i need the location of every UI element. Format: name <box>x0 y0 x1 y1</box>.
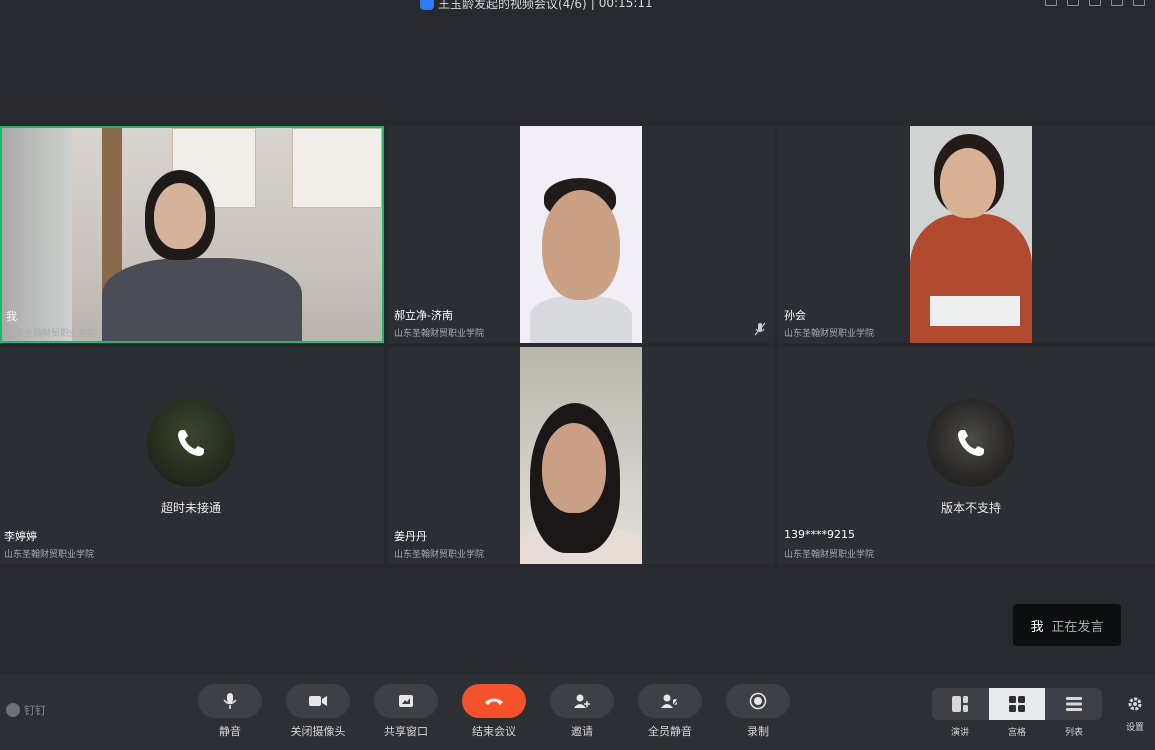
title-separator: | <box>590 0 595 10</box>
gear-icon <box>1128 697 1142 711</box>
record-label: 录制 <box>747 725 769 738</box>
mute-all-button[interactable]: 全员静音 <box>638 684 702 739</box>
video-feed <box>520 347 642 564</box>
layout-switcher <box>932 688 1102 720</box>
minimize-icon[interactable] <box>1089 0 1101 6</box>
video-feed <box>520 126 642 343</box>
invite-button[interactable]: 邀请 <box>550 684 614 739</box>
window-controls <box>1045 0 1145 6</box>
participant-name: 李婷婷 <box>4 530 37 543</box>
settings-label: 设置 <box>1125 723 1144 733</box>
record-button[interactable]: 录制 <box>726 684 790 739</box>
record-icon <box>749 692 767 710</box>
participant-org: 山东圣翰财贸职业学院 <box>6 329 97 339</box>
participant-tile[interactable]: 姜丹丹 山东圣翰财贸职业学院 <box>388 347 774 564</box>
participant-tile[interactable]: 郝立净-济南 山东圣翰财贸职业学院 <box>388 126 774 343</box>
participant-name: 姜丹丹 <box>394 530 427 543</box>
layout-grid-button[interactable] <box>989 688 1045 720</box>
participant-tile[interactable]: 孙会 山东圣翰财贸职业学院 <box>778 126 1155 343</box>
popout-icon[interactable] <box>1045 0 1057 6</box>
dingtalk-logo-icon <box>6 703 20 717</box>
layout-speaker-button[interactable] <box>932 688 988 720</box>
participant-name: 我 <box>6 310 17 323</box>
end-meeting-button-pill[interactable] <box>462 684 526 718</box>
brand-name: 钉钉 <box>24 704 46 717</box>
video-meeting-window: 王玉龄发起的视频会议(4/6) | 00:15:11 我 山东圣翰财贸职业学院 … <box>0 0 1155 750</box>
speaker-name: 我 <box>1030 619 1044 635</box>
video-feed <box>910 126 1032 343</box>
camera-off-label: 关闭摄像头 <box>290 725 346 738</box>
screen-share-icon <box>399 695 413 707</box>
call-status: 版本不支持 <box>941 501 1002 515</box>
add-person-icon <box>574 694 590 708</box>
avatar <box>147 399 235 487</box>
camera-icon <box>309 696 327 706</box>
mic-muted-icon <box>754 322 766 336</box>
settings-button[interactable]: 设置 <box>1124 696 1146 733</box>
mute-all-label: 全员静音 <box>648 725 692 738</box>
speaker-layout-icon <box>952 696 968 712</box>
participant-org: 山东圣翰财贸职业学院 <box>784 550 875 560</box>
participant-tile[interactable]: 版本不支持 139****9215 山东圣翰财贸职业学院 <box>778 347 1155 564</box>
share-window-label: 共享窗口 <box>384 725 428 738</box>
participant-org: 山东圣翰财贸职业学院 <box>394 329 485 339</box>
avatar <box>927 399 1015 487</box>
call-status: 超时未接通 <box>161 501 222 515</box>
mute-label: 静音 <box>219 725 241 738</box>
participant-org: 山东圣翰财贸职业学院 <box>4 550 95 560</box>
participant-grid: 我 山东圣翰财贸职业学院 郝立净-济南 山东圣翰财贸职业学院 孙会 山东圣翰财贸… <box>0 126 1155 564</box>
meeting-title-text: 王玉龄发起的视频会议(4/6) <box>438 0 587 11</box>
camera-off-button-pill[interactable] <box>286 684 350 718</box>
mute-button-pill[interactable] <box>198 684 262 718</box>
invite-button-pill[interactable] <box>550 684 614 718</box>
participant-tile[interactable]: 超时未接通 李婷婷 山东圣翰财贸职业学院 <box>0 347 384 564</box>
list-layout-icon <box>1066 697 1082 711</box>
speaking-indicator: 我 正在发言 <box>1013 604 1121 646</box>
speaker-status: 正在发言 <box>1051 619 1104 635</box>
title-bar: 王玉龄发起的视频会议(4/6) | 00:15:11 <box>0 0 1155 12</box>
participant-name: 孙会 <box>784 309 806 322</box>
grid-layout-icon <box>1009 696 1025 712</box>
mute-button[interactable]: 静音 <box>198 684 262 739</box>
layout-list-label: 列表 <box>1064 728 1083 738</box>
camera-off-button[interactable]: 关闭摄像头 <box>286 684 350 739</box>
record-button-pill[interactable] <box>726 684 790 718</box>
hang-up-icon <box>485 698 503 705</box>
meeting-toolbar: 钉钉 静音 关闭摄像头 共享窗口 结束会议 邀请 全员静音 录制 演讲 宫格 列… <box>0 674 1155 750</box>
fullscreen-icon[interactable] <box>1067 0 1079 6</box>
share-window-button[interactable]: 共享窗口 <box>374 684 438 739</box>
participant-name: 139****9215 <box>784 528 855 541</box>
participant-name: 郝立净-济南 <box>394 309 453 322</box>
video-feed <box>2 128 382 341</box>
invite-label: 邀请 <box>571 725 593 738</box>
shield-icon <box>420 0 434 10</box>
participant-tile-me[interactable]: 我 山东圣翰财贸职业学院 <box>0 126 384 343</box>
layout-list-button[interactable] <box>1046 688 1102 720</box>
brand: 钉钉 <box>6 702 46 718</box>
participant-org: 山东圣翰财贸职业学院 <box>784 329 875 339</box>
microphone-icon <box>223 693 237 709</box>
mute-all-button-pill[interactable] <box>638 684 702 718</box>
phone-icon <box>178 430 204 456</box>
layout-grid-label: 宫格 <box>1007 728 1026 738</box>
layout-speaker-label: 演讲 <box>950 728 969 738</box>
end-meeting-button[interactable]: 结束会议 <box>462 684 526 739</box>
participant-org: 山东圣翰财贸职业学院 <box>394 550 485 560</box>
maximize-icon[interactable] <box>1111 0 1123 6</box>
share-window-button-pill[interactable] <box>374 684 438 718</box>
meeting-title: 王玉龄发起的视频会议(4/6) | 00:15:11 <box>420 0 653 12</box>
meeting-duration: 00:15:11 <box>598 0 653 10</box>
close-icon[interactable] <box>1133 0 1145 6</box>
mute-all-icon <box>661 694 680 708</box>
phone-icon <box>958 430 984 456</box>
end-meeting-label: 结束会议 <box>472 725 516 738</box>
